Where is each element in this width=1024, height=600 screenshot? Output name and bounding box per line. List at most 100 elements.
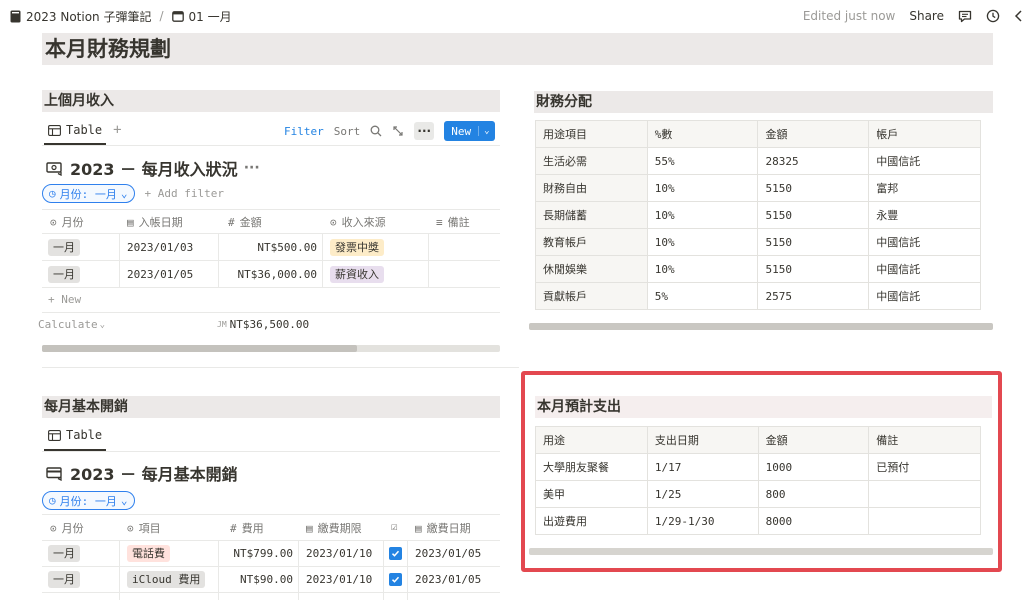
table-cell[interactable]: 貢獻帳戶 — [535, 282, 648, 310]
comment-icon[interactable] — [958, 10, 972, 23]
table-header-cell[interactable]: 支出日期 — [646, 426, 759, 454]
table-cell[interactable]: 中國信託 — [868, 255, 981, 283]
income-col-source[interactable]: ⊙ 收入來源 — [330, 214, 386, 230]
table-cell[interactable]: 5150 — [757, 201, 870, 229]
table-cell[interactable]: 美甲 — [535, 480, 648, 508]
table-cell[interactable]: 28325 — [757, 147, 870, 175]
table-cell[interactable]: 5150 — [757, 255, 870, 283]
add-row-button[interactable]: + New — [48, 293, 81, 306]
income-month-filter-pill[interactable]: ◷ 月份: 一月 ⌄ — [42, 184, 135, 203]
share-button[interactable]: Share — [909, 9, 944, 23]
income-col-amount[interactable]: # 金額 — [228, 214, 262, 230]
table-cell[interactable]: 生活必需 — [535, 147, 648, 175]
expenses-table-view-tab[interactable]: Table — [48, 428, 102, 442]
updates-arrow-icon[interactable] — [1014, 9, 1022, 23]
table-cell[interactable]: 富邦 — [868, 174, 981, 202]
table-cell[interactable]: 10% — [646, 255, 759, 283]
table-cell[interactable]: 1/25 — [646, 480, 759, 508]
table-cell[interactable]: 出遊費用 — [535, 507, 648, 535]
expenses-col-paid[interactable]: ☑ — [391, 520, 398, 533]
table-cell[interactable]: 1000 — [757, 453, 870, 481]
table-cell[interactable] — [868, 480, 981, 508]
history-clock-icon[interactable] — [986, 9, 1000, 23]
table-cell[interactable]: 800 — [757, 480, 870, 508]
table-header-cell[interactable]: %數 — [646, 120, 759, 148]
table-cell[interactable]: 休閒娛樂 — [535, 255, 648, 283]
income-col-date[interactable]: ▤ 入帳日期 — [127, 214, 183, 230]
table-row-cell[interactable]: NT$90.00 — [220, 571, 293, 588]
table-cell[interactable]: 中國信託 — [868, 228, 981, 256]
table-header-cell[interactable]: 備註 — [868, 426, 981, 454]
new-record-button[interactable]: New ⌄ — [444, 121, 495, 141]
table-row-cell[interactable]: NT$36,000.00 — [220, 266, 317, 283]
table-cell[interactable]: 5150 — [757, 228, 870, 256]
table-header-cell[interactable]: 用途 — [535, 426, 648, 454]
database-options-icon[interactable]: ··· — [244, 160, 260, 176]
table-row-cell[interactable]: 薪資收入 — [330, 266, 384, 283]
table-cell[interactable]: 教育帳戶 — [535, 228, 648, 256]
search-icon[interactable] — [370, 125, 382, 137]
table-row-cell[interactable]: 一月 — [48, 571, 80, 588]
table-row-cell[interactable]: 2023/01/10 — [306, 545, 372, 562]
calculate-button[interactable]: Calculate ⌄ — [38, 318, 118, 331]
table-cell[interactable]: 55% — [646, 147, 759, 175]
more-options-icon[interactable]: ··· — [414, 122, 435, 140]
add-view-icon[interactable]: + — [113, 122, 121, 138]
expenses-col-paid-date[interactable]: ▤ 繳費日期 — [415, 520, 471, 536]
table-cell[interactable]: 5% — [646, 282, 759, 310]
expenses-col-fee[interactable]: # 費用 — [230, 520, 264, 536]
table-cell[interactable]: 2575 — [757, 282, 870, 310]
breadcrumb-workspace[interactable]: 2023 Notion 子彈筆記 — [6, 8, 155, 25]
table-cell[interactable]: 1/17 — [646, 453, 759, 481]
sum-cell[interactable]: JM NT$36,500.00 — [217, 318, 309, 331]
filter-button[interactable]: Filter — [284, 125, 324, 138]
table-cell[interactable]: 10% — [646, 228, 759, 256]
table-cell[interactable]: 長期儲蓄 — [535, 201, 648, 229]
table-cell[interactable]: 永豐 — [868, 201, 981, 229]
table-cell[interactable] — [868, 507, 981, 535]
table-row-cell[interactable]: 一月 — [48, 266, 80, 283]
table-cell[interactable]: 5150 — [757, 174, 870, 202]
income-scrollbar-thumb[interactable] — [42, 345, 357, 352]
expenses-month-filter-pill[interactable]: ◷ 月份: 一月 ⌄ — [42, 491, 135, 510]
sort-button[interactable]: Sort — [334, 125, 361, 138]
table-cell[interactable]: 已預付 — [868, 453, 981, 481]
table-cell[interactable]: 財務自由 — [535, 174, 648, 202]
chevron-down-icon[interactable]: ⌄ — [478, 126, 494, 136]
add-filter-button[interactable]: + Add filter — [145, 187, 224, 200]
planned-scrollbar[interactable] — [529, 548, 993, 555]
expenses-col-month[interactable]: ⊙ 月份 — [50, 520, 84, 536]
income-col-note[interactable]: ≡ 備註 — [436, 214, 470, 230]
table-row-cell[interactable]: NT$500.00 — [220, 239, 317, 256]
table-row-cell[interactable]: NT$799.00 — [220, 545, 293, 562]
table-header-cell[interactable]: 金額 — [757, 426, 870, 454]
table-header-cell[interactable]: 用途項目 — [535, 120, 648, 148]
income-table-view-tab[interactable]: Table + — [48, 122, 122, 138]
table-row-cell[interactable]: 2023/01/05 — [415, 545, 481, 562]
table-header-cell[interactable]: 金額 — [757, 120, 870, 148]
table-row-cell[interactable]: 一月 — [48, 239, 80, 256]
allocation-scrollbar[interactable] — [529, 323, 993, 330]
table-row-cell[interactable]: iCloud 費用 — [127, 571, 206, 588]
paid-checkbox[interactable] — [389, 573, 402, 586]
table-cell[interactable]: 中國信託 — [868, 147, 981, 175]
table-row-cell[interactable]: 一月 — [48, 545, 80, 562]
expenses-col-item[interactable]: ⊙ 項目 — [127, 520, 161, 536]
income-col-month[interactable]: ⊙ 月份 — [50, 214, 84, 230]
table-row-cell[interactable]: 發票中獎 — [330, 239, 384, 256]
breadcrumb-page[interactable]: 01 一月 — [168, 8, 236, 25]
table-cell[interactable]: 中國信託 — [868, 282, 981, 310]
table-row-cell[interactable]: 2023/01/10 — [306, 571, 372, 588]
table-cell[interactable]: 8000 — [757, 507, 870, 535]
expenses-col-deadline[interactable]: ▤ 繳費期限 — [306, 520, 362, 536]
table-row-cell[interactable]: 電話費 — [127, 545, 170, 562]
table-header-cell[interactable]: 帳戶 — [868, 120, 981, 148]
table-cell[interactable]: 10% — [646, 201, 759, 229]
paid-checkbox[interactable] — [389, 547, 402, 560]
table-cell[interactable]: 大學朋友聚餐 — [535, 453, 648, 481]
expand-icon[interactable] — [392, 125, 404, 137]
table-row-cell[interactable]: 2023/01/05 — [127, 266, 193, 283]
table-cell[interactable]: 1/29-1/30 — [646, 507, 759, 535]
table-row-cell[interactable]: 2023/01/03 — [127, 239, 193, 256]
table-row-cell[interactable]: 2023/01/05 — [415, 571, 481, 588]
